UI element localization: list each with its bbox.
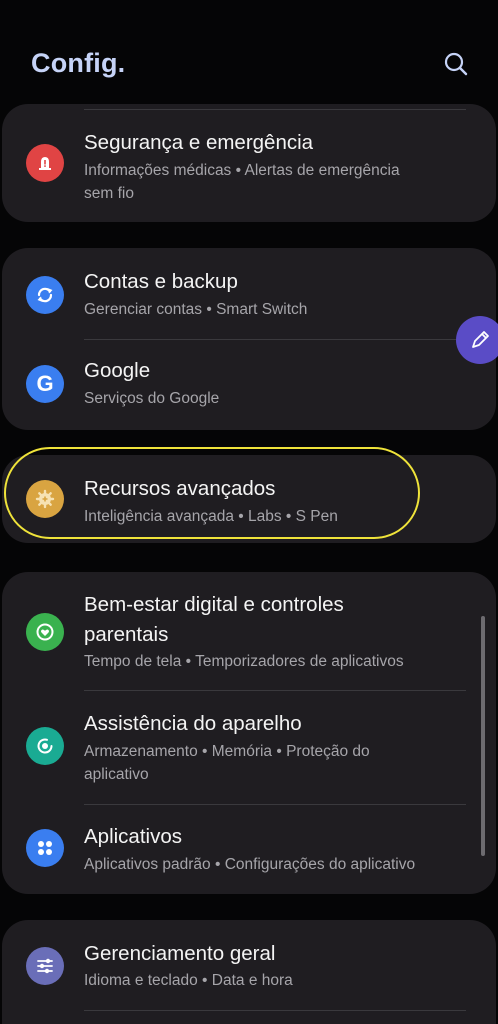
sliders-icon [26,947,64,985]
settings-item-title: Assistência do aparelho [84,712,302,735]
settings-item-title: Bem-estar digital e controles [84,593,344,616]
settings-card-general: Gerenciamento geral Idioma e teclado • D… [2,920,496,1024]
settings-item-apps[interactable]: Aplicativos Aplicativos padrão • Configu… [2,804,496,894]
sync-icon [26,276,64,314]
settings-card-accounts: Contas e backup Gerenciar contas • Smart… [2,248,496,430]
scrollbar[interactable] [481,616,485,856]
settings-item-general[interactable]: Gerenciamento geral Idioma e teclado • D… [2,920,496,1010]
settings-item-subtitle: Serviços do Google [84,390,220,407]
settings-item-title: Segurança e emergência [84,131,314,154]
settings-item-device-care[interactable]: Assistência do aparelho Armazenamento • … [2,690,496,804]
settings-item-security[interactable]: Segurança e emergência Informações médic… [2,104,496,222]
device-care-icon [26,727,64,765]
settings-item-title: Contas e backup [84,270,238,293]
settings-item-subtitle: Aplicativos padrão • Configurações do ap… [84,856,416,873]
heart-icon [26,613,64,651]
settings-item-subtitle: aplicativo [84,766,149,783]
page-title: Config. [31,48,126,78]
settings-card-device: Bem-estar digital e controles parentais … [2,572,496,894]
settings-item-title: Aplicativos [84,825,182,848]
settings-item-subtitle: Idioma e teclado • Data e hora [84,972,293,989]
settings-item-subtitle: sem fio [84,185,134,202]
apps-grid-icon [26,829,64,867]
alert-icon [26,144,64,182]
pen-icon [472,331,489,348]
settings-item-title: parentais [84,623,169,646]
settings-item-subtitle: Tempo de tela • Temporizadores de aplica… [84,653,404,670]
divider [84,1010,466,1011]
floating-pen-button[interactable] [456,316,498,364]
google-icon: G [26,365,64,403]
settings-item-subtitle: Informações médicas • Alertas de emergên… [84,162,400,179]
settings-item-wellbeing[interactable]: Bem-estar digital e controles parentais … [2,572,496,690]
search-icon [444,52,468,76]
settings-item-google[interactable]: G Google Serviços do Google [2,339,496,430]
settings-item-title: Gerenciamento geral [84,942,276,965]
settings-item-accounts[interactable]: Contas e backup Gerenciar contas • Smart… [2,248,496,339]
search-button[interactable] [440,48,472,80]
settings-item-subtitle: Armazenamento • Memória • Proteção do [84,743,370,760]
settings-card-security: Segurança e emergência Informações médic… [2,104,496,222]
settings-item-subtitle: Gerenciar contas • Smart Switch [84,301,308,318]
highlight-annotation [4,447,420,539]
settings-item-title: Google [84,359,151,382]
